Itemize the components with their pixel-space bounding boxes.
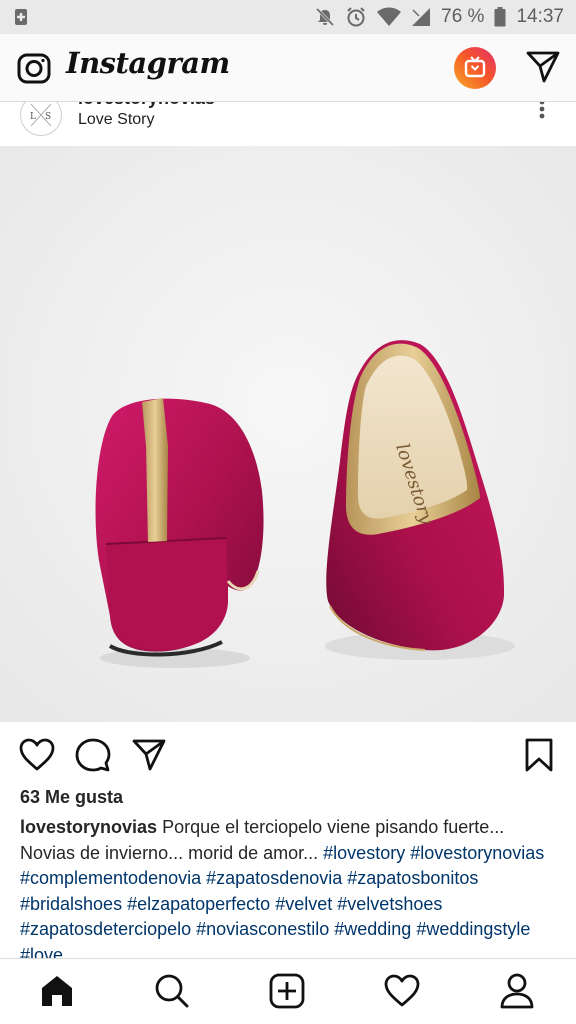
hashtag-link[interactable]: #zapatosbonitos bbox=[347, 868, 478, 888]
nav-home[interactable] bbox=[37, 971, 77, 1011]
direct-send-icon bbox=[526, 51, 560, 83]
hashtag-link[interactable]: #weddingstyle bbox=[416, 919, 530, 939]
app-bar: Instagram bbox=[0, 34, 576, 102]
nav-search[interactable] bbox=[152, 971, 192, 1011]
notification-icon bbox=[15, 9, 27, 25]
avatar[interactable]: L S bbox=[20, 102, 62, 136]
nav-profile[interactable] bbox=[497, 971, 537, 1011]
hashtag-link[interactable]: #noviasconestilo bbox=[196, 919, 329, 939]
post-username[interactable]: lovestorynovias bbox=[78, 102, 215, 109]
instagram-logo: Instagram bbox=[66, 46, 230, 80]
igtv-icon bbox=[454, 47, 496, 89]
hashtag-link[interactable]: #lovestorynovias bbox=[410, 843, 544, 863]
comment-icon bbox=[75, 738, 111, 772]
bottom-navigation bbox=[0, 958, 576, 1024]
signal-icon bbox=[412, 8, 431, 26]
nav-activity[interactable] bbox=[382, 971, 422, 1011]
comment-button[interactable] bbox=[72, 734, 114, 776]
direct-messages-button[interactable] bbox=[522, 46, 564, 88]
camera-button[interactable] bbox=[14, 48, 54, 88]
status-bar: 76 % 14:37 bbox=[0, 0, 576, 34]
clock: 14:37 bbox=[516, 6, 564, 27]
post-header: L S lovestorynovias Love Story bbox=[0, 102, 576, 146]
post-actions bbox=[0, 722, 576, 786]
add-post-icon bbox=[269, 973, 305, 1009]
profile-icon bbox=[500, 973, 534, 1009]
alarm-icon bbox=[347, 7, 365, 27]
svg-text:S: S bbox=[45, 112, 51, 122]
battery-percent: 76 % bbox=[441, 6, 485, 27]
hashtag-link[interactable]: #velvetshoes bbox=[337, 894, 442, 914]
hashtag-link[interactable]: #bridalshoes bbox=[20, 894, 122, 914]
hashtag-link[interactable]: #lovestory bbox=[323, 843, 405, 863]
igtv-button[interactable] bbox=[453, 46, 497, 90]
search-icon bbox=[155, 974, 189, 1008]
more-options-button[interactable] bbox=[536, 102, 548, 122]
share-button[interactable] bbox=[128, 734, 170, 776]
activity-icon bbox=[384, 974, 420, 1007]
hashtag-link[interactable]: #complementodenovia bbox=[20, 868, 201, 888]
home-icon bbox=[42, 976, 72, 1006]
caption-author[interactable]: lovestorynovias bbox=[20, 817, 157, 837]
nav-new-post[interactable] bbox=[267, 971, 307, 1011]
more-vertical-icon bbox=[539, 102, 545, 119]
save-button[interactable] bbox=[518, 734, 560, 776]
post-location[interactable]: Love Story bbox=[78, 111, 154, 129]
hashtag-link[interactable]: #elzapatoperfecto bbox=[127, 894, 270, 914]
hashtag-link[interactable]: #wedding bbox=[334, 919, 411, 939]
hashtag-link[interactable]: #love bbox=[20, 945, 63, 958]
wifi-icon bbox=[377, 7, 402, 26]
hashtag-link[interactable]: #zapatosdenovia bbox=[206, 868, 342, 888]
post-caption: lovestorynovias Porque el terciopelo vie… bbox=[20, 815, 560, 958]
hashtag-link[interactable]: #velvet bbox=[275, 894, 332, 914]
svg-text:L: L bbox=[30, 112, 36, 122]
likes-count[interactable]: 63 Me gusta bbox=[20, 787, 123, 808]
share-icon bbox=[132, 739, 166, 771]
velvet-shoes-image: lovestory bbox=[0, 146, 576, 722]
save-icon bbox=[525, 738, 553, 772]
hashtag-link[interactable]: #zapatosdeterciopelo bbox=[20, 919, 191, 939]
avatar-logo-icon: L S bbox=[30, 103, 52, 127]
like-button[interactable] bbox=[16, 734, 58, 776]
mute-icon bbox=[316, 7, 335, 27]
like-icon bbox=[19, 738, 55, 771]
camera-icon bbox=[17, 53, 51, 84]
post-photo[interactable]: lovestory bbox=[0, 146, 576, 722]
battery-icon bbox=[494, 7, 506, 27]
